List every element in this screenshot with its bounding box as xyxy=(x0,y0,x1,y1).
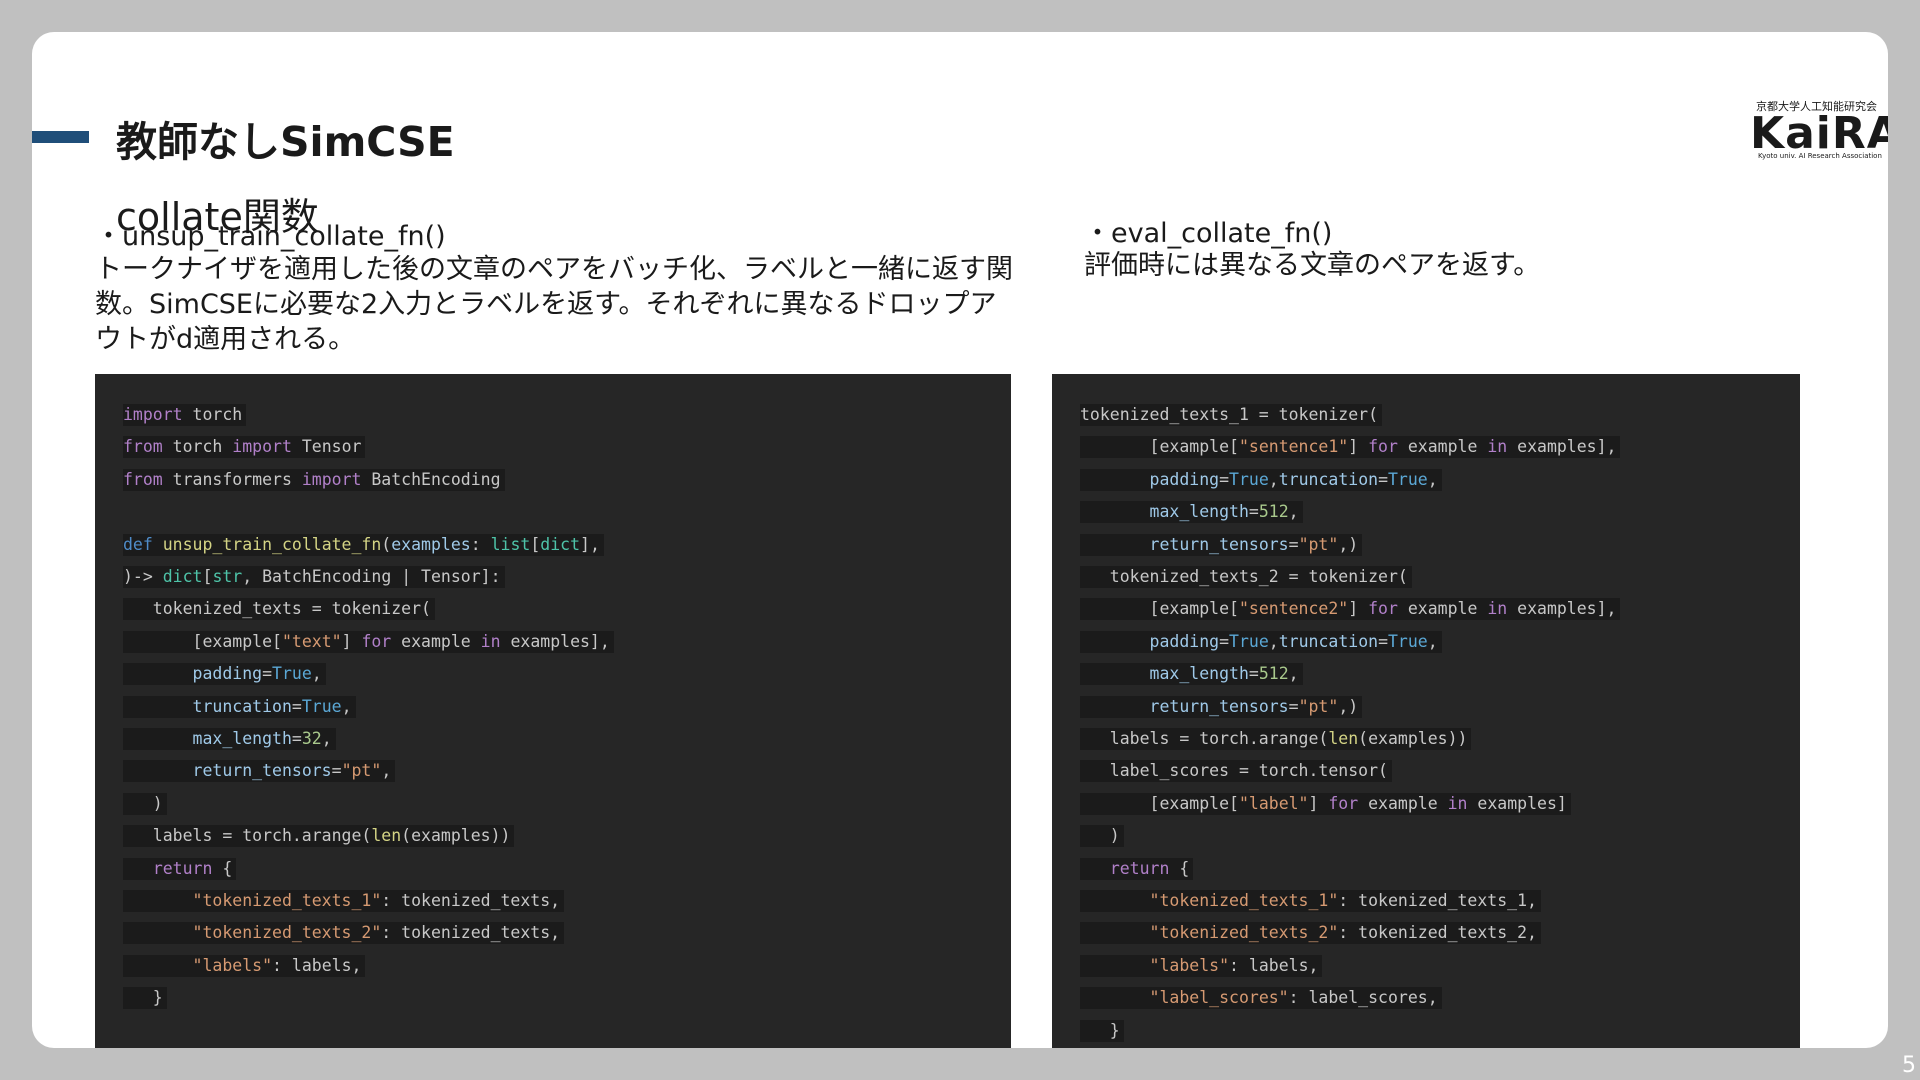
kaira-logo: 京都大学人工知能研究会 KaiRA Kyoto univ. AI Researc… xyxy=(1750,98,1888,164)
code-line: "label_scores": label_scores, xyxy=(1080,987,1442,1010)
code-line: } xyxy=(123,987,167,1010)
code-line: padding=True,truncation=True, xyxy=(1080,630,1442,653)
accent-bar xyxy=(32,131,89,143)
left-description: トークナイザを適用した後の文章のペアをバッチ化、ラベルと一緒に返す関数。SimC… xyxy=(95,254,1013,355)
code-line: max_length=32, xyxy=(123,728,336,750)
right-function-label: ・eval_collate_fn() xyxy=(1084,218,1333,249)
code-line: tokenized_texts_2 = tokenizer( xyxy=(1080,566,1412,588)
code-line: return_tensors="pt",) xyxy=(1080,695,1363,718)
code-line: "tokenized_texts_2": tokenized_texts, xyxy=(123,922,565,945)
logo-bottom-text: Kyoto univ. AI Research Association xyxy=(1758,152,1882,160)
code-line: ) xyxy=(1080,825,1124,848)
slide: 教師なしSimCSE 京都大学人工知能研究会 KaiRA Kyoto univ.… xyxy=(32,32,1888,1048)
code-line: padding=True, xyxy=(123,663,326,686)
code-line: padding=True,truncation=True, xyxy=(1080,468,1442,491)
code-line: labels = torch.arange(len(examples)) xyxy=(1080,728,1472,750)
code-line: [example["sentence2"] for example in exa… xyxy=(1080,598,1621,621)
code-line: "labels": labels, xyxy=(1080,954,1323,977)
code-line: "tokenized_texts_2": tokenized_texts_2, xyxy=(1080,922,1541,945)
code-line: return_tensors="pt",) xyxy=(1080,533,1363,556)
right-code-panel: tokenized_texts_1 = tokenizer( [example[… xyxy=(1052,374,1800,1048)
left-code-panel: import torch from torch import Tensor from… xyxy=(95,374,1011,1048)
code-line: "labels": labels, xyxy=(123,954,366,977)
code-line: max_length=512, xyxy=(1080,663,1303,686)
right-description: 評価時には異なる文章のペアを返す。 xyxy=(1084,250,1541,281)
code-line: )-> dict[str, BatchEncoding | Tensor]: xyxy=(123,566,505,588)
code-line: ) xyxy=(123,792,167,815)
code-line: from transformers import BatchEncoding xyxy=(123,468,505,491)
code-line: tokenized_texts = tokenizer( xyxy=(123,598,435,621)
code-line: truncation=True, xyxy=(123,695,356,718)
code-line: label_scores = torch.tensor( xyxy=(1080,760,1392,783)
code-line: return_tensors="pt", xyxy=(123,760,396,783)
code-line: return { xyxy=(123,857,237,880)
code-line: } xyxy=(1080,1019,1124,1042)
left-function-label: ・unsup_train_collate_fn() xyxy=(95,221,446,252)
code-line: return { xyxy=(1080,857,1194,880)
code-line: max_length=512, xyxy=(1080,501,1303,524)
code-line: [example["text"] for example in examples… xyxy=(123,630,614,653)
code-line: labels = torch.arange(len(examples)) xyxy=(123,825,515,848)
code-line: "tokenized_texts_1": tokenized_texts, xyxy=(123,890,565,912)
slide-title: 教師なしSimCSE xyxy=(116,118,455,166)
code-line: "tokenized_texts_1": tokenized_texts_1, xyxy=(1080,890,1541,912)
page-number: 5 xyxy=(1902,1053,1916,1078)
code-line: import torch xyxy=(123,404,247,426)
code-line: from torch import Tensor xyxy=(123,436,366,459)
code-line: [example["sentence1"] for example in exa… xyxy=(1080,436,1621,459)
code-line: tokenized_texts_1 = tokenizer( xyxy=(1080,404,1383,426)
code-line: def unsup_train_collate_fn(examples: lis… xyxy=(123,533,604,556)
code-line: [example["label"] for example in example… xyxy=(1080,792,1571,815)
